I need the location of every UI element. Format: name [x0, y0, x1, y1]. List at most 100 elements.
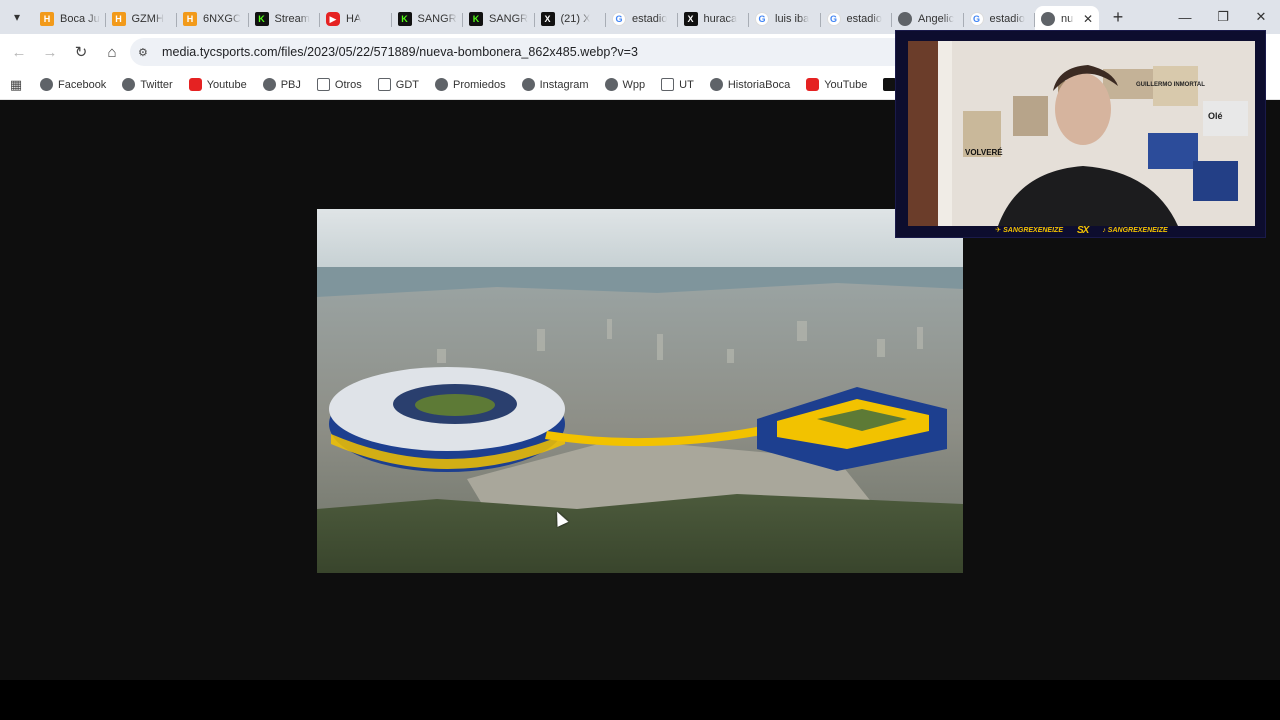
globe-icon [709, 78, 723, 91]
bookmark-label: Otros [334, 78, 362, 91]
home-button[interactable]: ⌂ [97, 37, 127, 67]
bookmark-label: GDT [395, 78, 420, 91]
webcam-feed: VOLVERÉ GUILLERMO INMORTAL Olé [908, 41, 1255, 226]
restore-button[interactable]: ❐ [1204, 0, 1242, 34]
tab-favicon-icon: H [111, 12, 126, 26]
tab-list: H Boca Ju H GZMH H 6NXGC K Stream ▶ HA K SANGR K SANG… [34, 0, 1131, 34]
tab[interactable]: Gestadio [821, 6, 893, 32]
tab[interactable]: Gestadio [606, 6, 678, 32]
tab[interactable]: H Boca Ju [34, 6, 106, 32]
folder-icon [377, 78, 391, 91]
bookmark-item[interactable]: GDT [370, 73, 427, 97]
folder-icon [661, 78, 675, 91]
bookmark-label: Facebook [58, 78, 107, 91]
bookmark-item[interactable]: UT [653, 73, 702, 97]
site-info-icon[interactable]: ⚙ [138, 46, 152, 59]
handle-left-text: SANGREXENEIZE [1003, 227, 1063, 234]
arrow-right-icon: → [42, 43, 58, 61]
forward-button[interactable]: → [35, 37, 65, 67]
close-tab-icon[interactable]: ✕ [1083, 12, 1093, 26]
bookmark-item[interactable]: Wpp [597, 73, 654, 97]
bookmark-item[interactable]: Promiedos [427, 73, 514, 97]
tiktok-handle-label: ♪ SANGREXENEIZE [1102, 227, 1167, 234]
tab-title: Boca Ju [60, 13, 100, 25]
tab[interactable]: K Stream [249, 6, 321, 32]
poster-text-guillermo: GUILLERMO INMORTAL [1136, 82, 1205, 88]
bookmark-label: Youtube [206, 78, 247, 91]
tab-title: GZMH [131, 13, 164, 25]
tab-strip: ▾ H Boca Ju H GZMH H 6NXGC K Stream ▶ HA K SANGR K SA… [0, 0, 1280, 34]
globe-icon [122, 78, 136, 91]
tab-active[interactable]: nu ✕ [1035, 6, 1099, 32]
tab[interactable]: H GZMH [106, 6, 178, 32]
bookmark-label: Instagram [539, 78, 589, 91]
tab-favicon-icon: G [755, 12, 769, 26]
bookmark-item[interactable]: Instagram [514, 73, 597, 97]
tab-title: 6NXGC [203, 13, 241, 25]
url-text[interactable]: media.tycsports.com/files/2023/05/22/571… [162, 45, 638, 59]
tab[interactable]: K SANGR [463, 6, 535, 32]
bookmark-item[interactable]: PBJ [255, 73, 309, 97]
bookmark-item[interactable]: Facebook [32, 73, 114, 97]
tab[interactable]: Xhuraca [678, 6, 750, 32]
poster-text-ole: Olé [1208, 111, 1223, 121]
tab[interactable]: K SANGR [392, 6, 464, 32]
tab-favicon-icon: H [183, 12, 197, 26]
minimize-button[interactable]: — [1166, 0, 1204, 34]
tab-favicon-icon: X [683, 12, 698, 26]
arrow-left-icon: ← [11, 43, 27, 61]
bookmark-item[interactable]: Youtube [181, 73, 255, 97]
bookmark-label: Twitter [140, 78, 173, 91]
folder-icon [316, 78, 330, 91]
bottom-bar [0, 680, 1280, 720]
twitter-handle-label: ✈ SANGREXENEIZE [995, 226, 1063, 234]
tab-title: (21) X [560, 13, 591, 25]
youtube-icon [806, 78, 820, 91]
close-window-button[interactable]: ✕ [1242, 0, 1280, 34]
tab-title: Stream [274, 13, 310, 25]
new-tab-button[interactable]: + [1105, 4, 1131, 30]
tab[interactable]: Gestadio [964, 6, 1036, 32]
tab-favicon-icon: H [40, 12, 54, 26]
tab-title: Angelic [918, 13, 955, 25]
tab-favicon-icon: G [969, 12, 984, 26]
handle-right-text: SANGREXENEIZE [1107, 226, 1168, 234]
tab-title: estadio [846, 13, 882, 25]
globe-icon [521, 78, 535, 91]
tab-title: SANGR [417, 13, 457, 25]
tab[interactable]: Gluis iba [749, 6, 821, 32]
bookmark-item[interactable]: HistoriaBoca [702, 73, 798, 97]
channel-logo: SX [1077, 224, 1089, 236]
tab-favicon-icon: G [612, 12, 626, 26]
tab-favicon-icon: K [469, 12, 483, 26]
tab[interactable]: H 6NXGC [177, 6, 249, 32]
back-button[interactable]: ← [4, 37, 34, 67]
stadium-render-image [317, 209, 963, 573]
twitter-bird-icon: ✈ [995, 227, 1004, 234]
tab[interactable]: Angelic [892, 6, 964, 32]
globe-icon [262, 78, 276, 91]
stadium-photo-svg [317, 209, 963, 573]
home-icon: ⌂ [107, 43, 117, 61]
tab[interactable]: ▶ HA [320, 6, 392, 32]
bookmark-label: UT [679, 78, 694, 91]
tab-favicon-icon: K [397, 12, 412, 26]
apps-grid-icon[interactable]: ▦ [0, 77, 32, 93]
tab[interactable]: X (21) X [535, 6, 607, 32]
bookmark-item[interactable]: Otros [309, 73, 370, 97]
tab-favicon-icon: G [826, 12, 841, 26]
tab-search-button[interactable]: ▾ [0, 0, 34, 34]
tab-title: nu [1061, 13, 1074, 25]
bookmark-item[interactable]: Twitter [114, 73, 180, 97]
reload-icon: ↻ [74, 44, 88, 61]
window-controls: — ❐ ✕ [1166, 0, 1280, 34]
tab-title: estadio [632, 13, 668, 25]
tab-title: estadio [989, 13, 1025, 25]
bookmark-list: Facebook Twitter Youtube PBJ Otros GDT Promied… [32, 73, 942, 97]
youtube-icon [188, 78, 202, 91]
bookmark-item[interactable]: YouTube [798, 73, 875, 97]
tab-favicon-icon: K [254, 12, 269, 26]
reload-button[interactable]: ↻ [66, 37, 96, 67]
globe-icon [435, 78, 449, 91]
tab-title: SANGR [489, 13, 529, 25]
